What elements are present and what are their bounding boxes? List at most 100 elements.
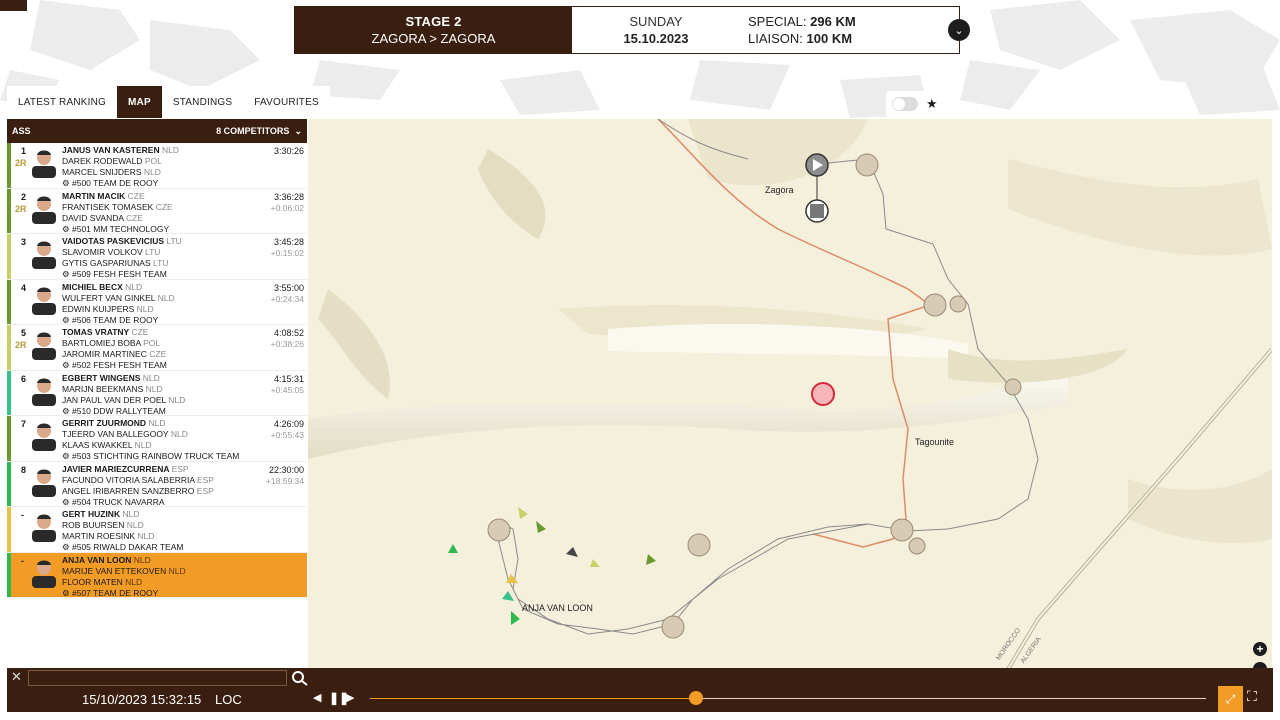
fullscreen-icon: ⛶ — [1247, 688, 1257, 704]
ranking-row[interactable]: 4 MICHIEL BECX NLD WULFERT VAN GINKEL NL… — [7, 279, 307, 325]
driver-name: MARTIN MACIK CZE — [62, 190, 145, 201]
codriver-1: WULFERT VAN GINKEL NLD — [62, 292, 175, 303]
stage-time: 22:30:00 — [268, 464, 304, 475]
liaison-distance: LIAISON: 100 KM — [748, 30, 959, 47]
tab-standings[interactable]: STANDINGS — [161, 86, 244, 118]
time-gap: +0:38:26 — [270, 339, 304, 349]
ranking-row[interactable]: 7 GERRIT ZUURMOND NLD TJEERD VAN BALLEGO… — [7, 416, 307, 462]
truck-icon: ⚙ — [62, 542, 70, 552]
search-input[interactable] — [28, 670, 287, 686]
stage-time: 3:45:28 — [273, 237, 304, 247]
stage-title: STAGE 2 — [405, 14, 462, 29]
ranking-row[interactable]: 2 2R MARTIN MACIK CZE FRANTISEK TOMASEK … — [7, 188, 307, 234]
map-tools: ★ — [886, 91, 941, 117]
codriver-2: MARTIN ROESINK NLD — [62, 531, 155, 541]
alert-marker[interactable] — [811, 382, 835, 406]
truck-icon: ⚙ — [62, 178, 70, 188]
status-bar — [7, 325, 11, 370]
driver-name: EGBERT WINGENS NLD — [62, 372, 160, 383]
avatar — [32, 196, 56, 224]
status-bar — [7, 416, 11, 461]
ranking-sidebar: ASS 8 COMPETITORS ⌄ 1 2R JANUS VAN KASTE… — [7, 119, 307, 599]
team-name: ⚙ #500 TEAM DE ROOY — [62, 178, 159, 188]
terrain — [308, 119, 1272, 543]
team-name: ⚙ #509 FESH FESH TEAM — [62, 269, 167, 279]
status-bar — [7, 507, 11, 552]
avatar — [32, 150, 56, 178]
favourites-toggle[interactable] — [892, 97, 918, 111]
stage-route: ZAGORA > ZAGORA — [371, 31, 496, 46]
competitors-dropdown[interactable]: 8 COMPETITORS ⌄ — [216, 126, 302, 137]
truck-icon: ⚙ — [62, 269, 70, 279]
zoom-in-button[interactable]: + — [1253, 642, 1267, 656]
selected-vehicle-label: ANJA VAN LOON — [522, 603, 593, 613]
timezone-label[interactable]: LOC — [215, 692, 242, 707]
ranking-row[interactable]: - GERT HUZINK NLD ROB BUURSEN NLD MARTIN… — [7, 507, 307, 553]
position: 8 — [21, 464, 27, 475]
codriver-2: EDWIN KUIJPERS NLD — [62, 303, 154, 314]
ranking-row[interactable]: 3 VAIDOTAS PASKEVICIUS LTU SLAVOMIR VOLK… — [7, 234, 307, 280]
expand-stage-button[interactable]: ⌄ — [948, 19, 970, 41]
time-gap: +0:45:05 — [270, 384, 304, 395]
ranking-row[interactable]: 6 EGBERT WINGENS NLD MARIJN BEEKMANS NLD… — [7, 370, 307, 417]
time-gap: +0:55:43 — [270, 430, 304, 440]
fullscreen-button[interactable]: ⛶ — [1247, 688, 1267, 708]
avatar — [32, 423, 56, 451]
tab-latest-ranking[interactable]: LATEST RANKING — [7, 86, 118, 118]
stage-time: 3:36:28 — [273, 191, 304, 202]
ranking-row[interactable]: 1 2R JANUS VAN KASTEREN NLD DAREK RODEWA… — [7, 143, 307, 189]
team-name: ⚙ #506 TEAM DE ROOY — [62, 314, 159, 325]
ranking-row[interactable]: - ANJA VAN LOON NLD MARIJE VAN ETTEKOVEN… — [7, 552, 307, 598]
track-follow-button[interactable]: ⤢ — [1218, 686, 1243, 712]
timeline-thumb[interactable] — [689, 691, 704, 705]
team-name: ⚙ #510 DDW RALLYTEAM — [62, 405, 166, 416]
avatar — [32, 514, 56, 542]
driver-name: GERRIT ZUURMOND NLD — [62, 418, 166, 428]
driver-name: ANJA VAN LOON NLD — [62, 554, 151, 565]
avatar — [32, 332, 56, 360]
position: 7 — [21, 419, 27, 429]
codriver-2: DAVID SVANDA CZE — [62, 212, 143, 223]
route-track — [497, 158, 1039, 635]
driver-name: JAVIER MARIEZCURRENA ESP — [62, 463, 189, 474]
driver-name: TOMAS VRATNY CZE — [62, 327, 149, 337]
liaison-value: 100 KM — [806, 31, 853, 46]
crew: EGBERT WINGENS NLD MARIJN BEEKMANS NLD J… — [62, 373, 185, 417]
codriver-1: BARTLOMIEJ BOBA POL — [62, 338, 161, 348]
stage-info: STAGE 2 ZAGORA > ZAGORA — [295, 7, 572, 53]
stage-time: 3:55:00 — [273, 282, 304, 293]
tab-map[interactable]: MAP — [117, 86, 162, 118]
special-label: SPECIAL: — [748, 14, 807, 29]
truck-icon: ⚙ — [62, 314, 70, 325]
status-bar — [7, 279, 11, 324]
truck-icon: ⚙ — [62, 223, 70, 234]
playback-bar: ✕ 15/10/2023 15:32:15 LOC ◀ ❚❚ ▶ ⤢ ⛶ — [7, 668, 1273, 712]
liaison-label: LIAISON: — [748, 31, 803, 46]
position: 3 — [21, 237, 27, 247]
avatar — [32, 469, 56, 497]
time-gap: +0:06:02 — [270, 202, 304, 213]
stage-distances: SPECIAL: 296 KM LIAISON: 100 KM — [740, 7, 959, 53]
star-icon[interactable]: ★ — [926, 96, 938, 112]
tab-favourites[interactable]: FAVOURITES — [243, 86, 330, 118]
truck-icon: ⚙ — [62, 360, 70, 370]
rally-map[interactable]: Zagora Tagounite ANJA VAN LOON MOROCCO A… — [308, 119, 1272, 686]
timeline-slider[interactable] — [370, 691, 1206, 705]
position: - — [21, 510, 24, 520]
map-label-zagora: Zagora — [765, 185, 794, 195]
category-badge: 2R — [15, 203, 27, 214]
avatar — [32, 241, 56, 269]
codriver-2: JAN PAUL VAN DER POEL NLD — [62, 394, 186, 405]
truck-icon: ⚙ — [62, 405, 70, 416]
search-icon[interactable] — [290, 669, 310, 687]
rewind-icon[interactable]: ◀ — [313, 691, 321, 704]
corner-tab[interactable] — [0, 0, 27, 11]
ranking-row[interactable]: 8 JAVIER MARIEZCURRENA ESP FACUNDO VITOR… — [7, 461, 307, 507]
ranking-row[interactable]: 5 2R TOMAS VRATNY CZE BARTLOMIEJ BOBA PO… — [7, 325, 307, 371]
map-canvas — [308, 119, 1272, 686]
forward-icon[interactable]: ▶ — [346, 691, 354, 704]
close-icon[interactable]: ✕ — [11, 669, 22, 685]
status-bar — [7, 552, 11, 597]
checkpoint-label[interactable]: ASS — [12, 126, 31, 136]
codriver-2: JAROMIR MARTINEC CZE — [62, 349, 167, 359]
